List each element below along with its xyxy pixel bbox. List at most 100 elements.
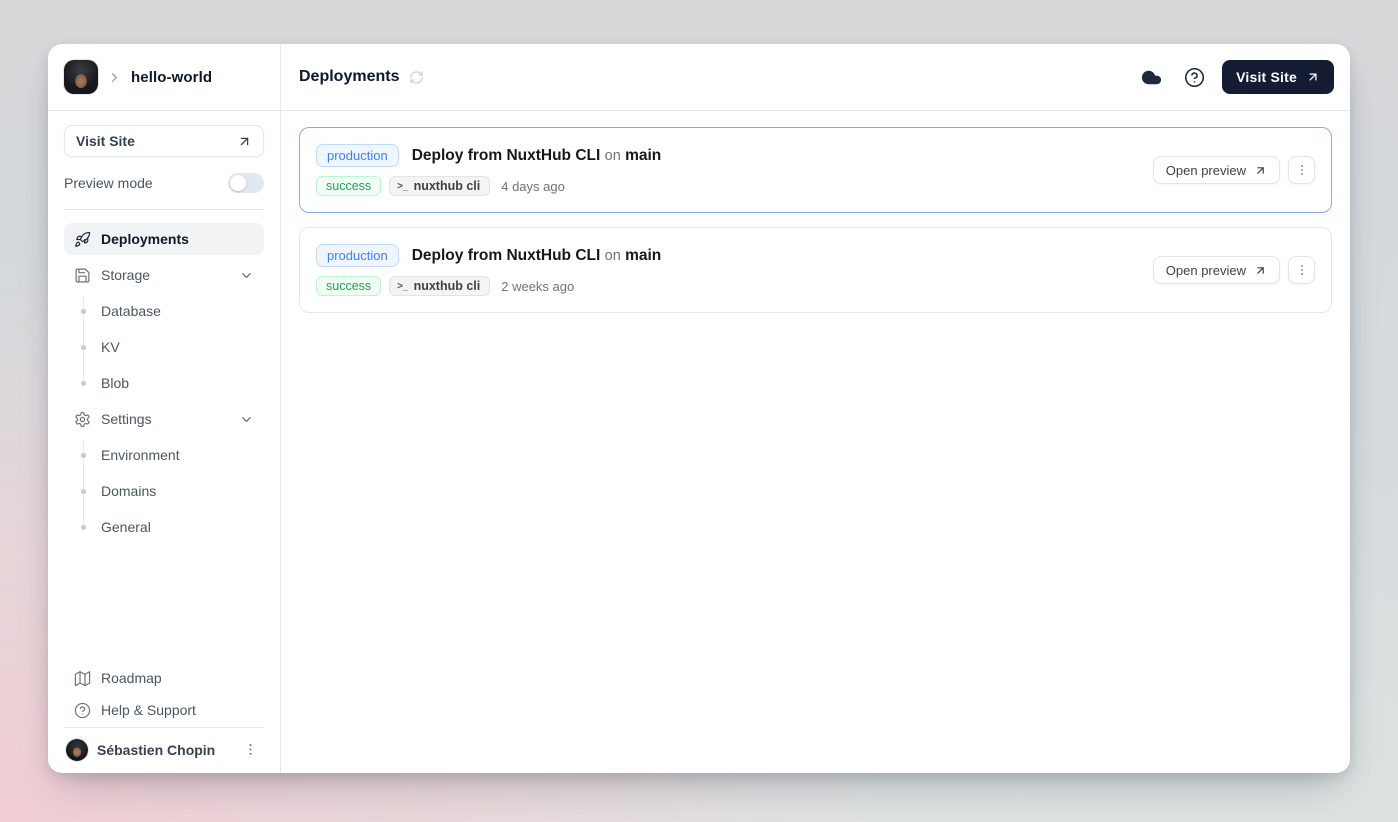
sidebar-item-label: KV bbox=[101, 339, 120, 355]
breadcrumb: hello-world bbox=[48, 44, 280, 111]
terminal-icon: >_ bbox=[397, 181, 407, 192]
bullet-icon bbox=[81, 309, 86, 314]
bullet-icon bbox=[81, 381, 86, 386]
sidebar-item-settings[interactable]: Settings bbox=[64, 403, 264, 435]
sidebar-item-general[interactable]: General bbox=[64, 511, 264, 543]
open-preview-button[interactable]: Open preview bbox=[1153, 256, 1280, 284]
user-avatar[interactable] bbox=[66, 739, 88, 761]
toggle-knob bbox=[230, 175, 246, 191]
on-word: on bbox=[605, 248, 621, 264]
arrow-up-right-icon bbox=[1254, 264, 1267, 277]
deployments-list: production Deploy from NuxtHub CLI on ma… bbox=[281, 111, 1350, 329]
sidebar-nav: Deployments Storage bbox=[64, 223, 264, 547]
help-circle-icon[interactable] bbox=[1180, 63, 1209, 92]
sidebar-item-label: Environment bbox=[101, 447, 180, 463]
chevron-down-icon[interactable] bbox=[239, 412, 254, 427]
sidebar-item-label: Deployments bbox=[101, 231, 189, 247]
sidebar-item-domains[interactable]: Domains bbox=[64, 475, 264, 507]
visit-site-label: Visit Site bbox=[1236, 69, 1297, 85]
header-actions: Visit Site bbox=[1136, 60, 1334, 94]
storage-subgroup: Database KV Blob bbox=[64, 295, 264, 399]
page-title: Deployments bbox=[299, 68, 399, 86]
settings-subgroup: Environment Domains General bbox=[64, 439, 264, 543]
deployment-title-text: Deploy from NuxtHub CLI bbox=[412, 147, 601, 164]
sidebar-item-kv[interactable]: KV bbox=[64, 331, 264, 363]
arrow-up-right-icon bbox=[1254, 164, 1267, 177]
sidebar-item-roadmap[interactable]: Roadmap bbox=[64, 662, 264, 694]
sidebar-item-label: General bbox=[101, 519, 151, 535]
sidebar-item-label: Settings bbox=[101, 411, 152, 427]
sidebar-item-label: Database bbox=[101, 303, 161, 319]
deployment-card[interactable]: production Deploy from NuxtHub CLI on ma… bbox=[299, 127, 1332, 213]
deployment-menu-button[interactable] bbox=[1288, 256, 1315, 284]
gear-icon bbox=[74, 411, 91, 428]
sidebar-divider bbox=[64, 209, 264, 210]
refresh-icon[interactable] bbox=[409, 70, 424, 85]
chevron-down-icon[interactable] bbox=[239, 268, 254, 283]
sidebar-item-blob[interactable]: Blob bbox=[64, 367, 264, 399]
environment-badge[interactable]: production bbox=[316, 244, 399, 267]
sidebar-body: Visit Site Preview mode Deployments bbox=[48, 111, 280, 773]
deployment-card[interactable]: production Deploy from NuxtHub CLI on ma… bbox=[299, 227, 1332, 313]
sidebar-visit-site-button[interactable]: Visit Site bbox=[64, 125, 264, 157]
status-badge: success bbox=[316, 176, 381, 196]
deployment-actions: Open preview bbox=[1153, 256, 1315, 284]
status-badge: success bbox=[316, 276, 381, 296]
project-name[interactable]: hello-world bbox=[131, 69, 212, 86]
sidebar-item-deployments[interactable]: Deployments bbox=[64, 223, 264, 255]
cloudflare-cloud-icon[interactable] bbox=[1136, 62, 1167, 93]
source-label: nuxthub cli bbox=[414, 179, 481, 193]
bullet-icon bbox=[81, 489, 86, 494]
user-menu-button[interactable] bbox=[239, 738, 262, 761]
main-header: Deployments Visit Site bbox=[281, 44, 1350, 111]
dots-vertical-icon bbox=[243, 742, 258, 757]
deployment-info: production Deploy from NuxtHub CLI on ma… bbox=[316, 144, 661, 196]
branch-name: main bbox=[625, 247, 661, 264]
user-name[interactable]: Sébastien Chopin bbox=[97, 742, 230, 758]
main-panel: Deployments Visit Site bbox=[281, 44, 1350, 773]
sidebar-item-label: Blob bbox=[101, 375, 129, 391]
arrow-up-right-icon bbox=[237, 134, 252, 149]
source-badge: >_ nuxthub cli bbox=[389, 276, 490, 296]
dots-vertical-icon bbox=[1295, 263, 1309, 277]
bullet-icon bbox=[81, 345, 86, 350]
source-label: nuxthub cli bbox=[414, 279, 481, 293]
on-word: on bbox=[605, 148, 621, 164]
deployment-menu-button[interactable] bbox=[1288, 156, 1315, 184]
deployment-title: Deploy from NuxtHub CLI on main bbox=[412, 247, 662, 265]
open-preview-button[interactable]: Open preview bbox=[1153, 156, 1280, 184]
map-icon bbox=[74, 670, 91, 687]
sidebar-spacer bbox=[64, 547, 264, 662]
rocket-icon bbox=[74, 231, 91, 248]
sidebar-item-storage[interactable]: Storage bbox=[64, 259, 264, 291]
preview-mode-row: Preview mode bbox=[64, 170, 264, 196]
app-window: hello-world Visit Site Preview mode bbox=[48, 44, 1350, 773]
sidebar-item-label: Domains bbox=[101, 483, 156, 499]
arrow-up-right-icon bbox=[1306, 70, 1320, 84]
terminal-icon: >_ bbox=[397, 281, 407, 292]
desktop-background: hello-world Visit Site Preview mode bbox=[0, 0, 1398, 822]
deployment-actions: Open preview bbox=[1153, 156, 1315, 184]
header-visit-site-button[interactable]: Visit Site bbox=[1222, 60, 1334, 94]
sidebar-item-database[interactable]: Database bbox=[64, 295, 264, 327]
preview-mode-toggle[interactable] bbox=[228, 173, 264, 193]
chevron-right-icon bbox=[107, 70, 122, 85]
help-circle-icon bbox=[74, 702, 91, 719]
dots-vertical-icon bbox=[1295, 163, 1309, 177]
deployment-info: production Deploy from NuxtHub CLI on ma… bbox=[316, 244, 661, 296]
deployment-time: 4 days ago bbox=[501, 179, 565, 194]
sidebar-item-label: Storage bbox=[101, 267, 150, 283]
sidebar-item-environment[interactable]: Environment bbox=[64, 439, 264, 471]
bullet-icon bbox=[81, 525, 86, 530]
deployment-time: 2 weeks ago bbox=[501, 279, 574, 294]
project-avatar[interactable] bbox=[64, 60, 98, 94]
sidebar-item-label: Help & Support bbox=[101, 702, 196, 718]
environment-badge[interactable]: production bbox=[316, 144, 399, 167]
bullet-icon bbox=[81, 453, 86, 458]
deployment-title-text: Deploy from NuxtHub CLI bbox=[412, 247, 601, 264]
deployment-title: Deploy from NuxtHub CLI on main bbox=[412, 147, 662, 165]
storage-icon bbox=[74, 267, 91, 284]
sidebar-item-help-support[interactable]: Help & Support bbox=[64, 694, 264, 726]
preview-mode-label: Preview mode bbox=[64, 175, 153, 191]
open-preview-label: Open preview bbox=[1166, 263, 1246, 278]
